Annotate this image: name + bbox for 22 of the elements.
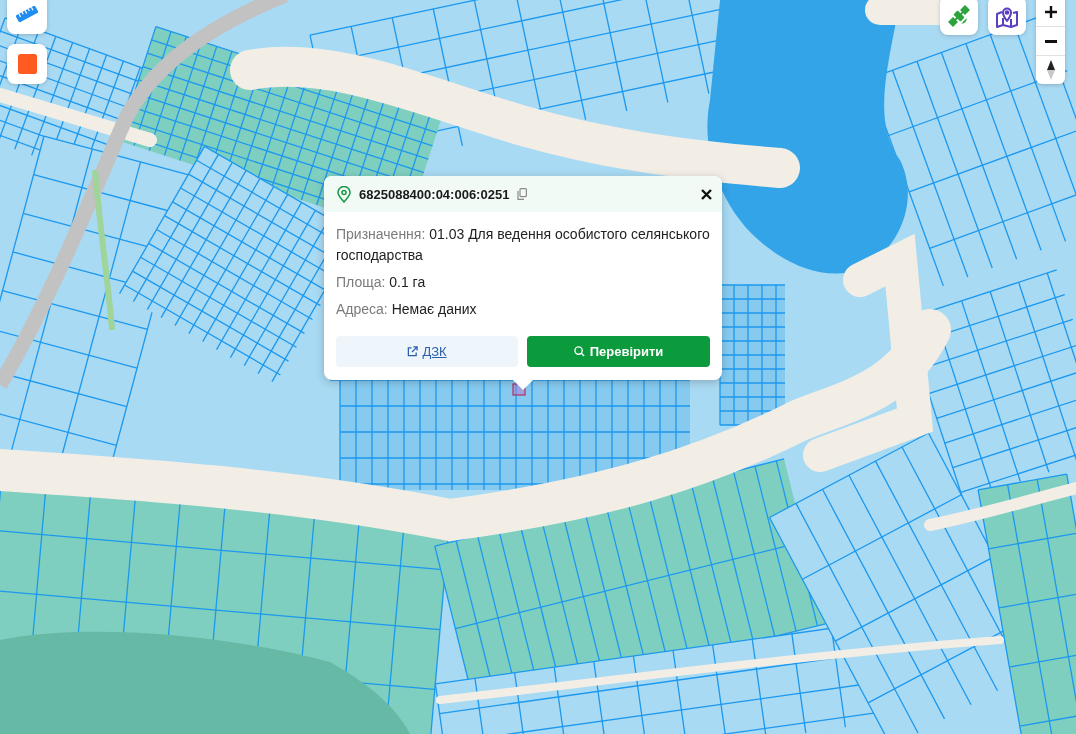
check-button[interactable]: Перевірити xyxy=(527,336,710,367)
external-link-icon xyxy=(407,346,419,357)
parcel-attribute-text: Призначення: 01.03 Для ведення особистого селянського господарства xyxy=(336,225,710,265)
compass-icon xyxy=(1046,60,1055,80)
cadastral-number: 6825088400:04:006:0251 xyxy=(359,186,510,202)
close-icon xyxy=(701,188,712,200)
parcel-attribute-text: Площа: 0.1 га xyxy=(336,273,427,292)
satellite-icon xyxy=(947,3,971,28)
dzk-link-button[interactable]: ДЗК xyxy=(336,336,518,367)
plus-icon xyxy=(1044,5,1057,18)
minus-icon xyxy=(1044,39,1057,43)
ruler-icon xyxy=(15,6,39,22)
map-button[interactable] xyxy=(988,0,1026,35)
copy-icon[interactable] xyxy=(517,188,528,200)
close-button[interactable] xyxy=(699,186,714,202)
square-button[interactable] xyxy=(7,44,47,84)
square-icon xyxy=(17,54,37,74)
location-pin-icon xyxy=(337,185,351,203)
search-icon xyxy=(573,346,585,357)
ruler-button[interactable] xyxy=(7,0,47,34)
parcel-attribute-text: Адреса: Немає даних xyxy=(336,300,478,319)
satellite-button[interactable] xyxy=(940,0,978,35)
